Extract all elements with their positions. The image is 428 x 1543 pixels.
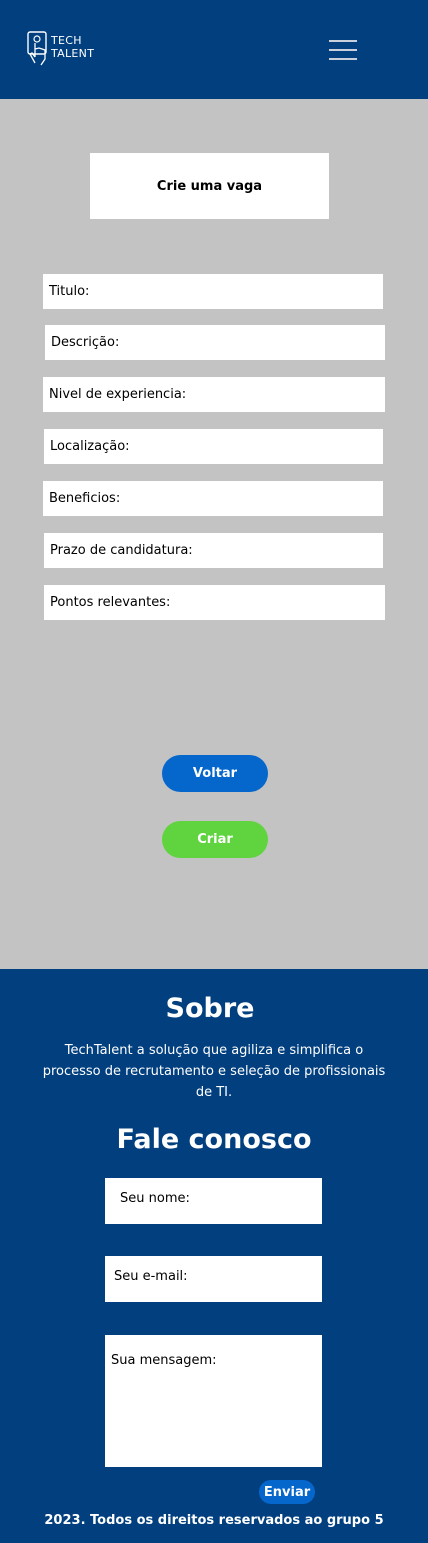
create-button[interactable]: Criar bbox=[162, 821, 268, 858]
relevant-points-field[interactable]: Pontos relevantes: bbox=[44, 585, 385, 620]
copyright-text: 2023. Todos os direitos reservados ao gr… bbox=[44, 1513, 384, 1528]
top-bar: TECH TALENT bbox=[0, 0, 428, 99]
contact-title: Fale conosco bbox=[116, 1124, 312, 1155]
send-button[interactable]: Enviar bbox=[259, 1480, 315, 1504]
about-text: TechTalent a solução que agiliza e simpl… bbox=[42, 1043, 386, 1100]
hamburger-menu-icon[interactable] bbox=[327, 36, 359, 64]
about-title: Sobre bbox=[165, 993, 255, 1024]
benefits-field[interactable]: Beneficios: bbox=[43, 481, 383, 516]
application-deadline-field[interactable]: Prazo de candidatura: bbox=[44, 533, 383, 568]
page-title: Crie uma vaga bbox=[90, 153, 329, 219]
name-field[interactable]: Seu nome: bbox=[105, 1178, 322, 1224]
hand-touch-icon bbox=[27, 31, 47, 66]
email-field[interactable]: Seu e-mail: bbox=[105, 1256, 322, 1302]
description-field[interactable]: Descrição: bbox=[45, 325, 385, 360]
message-field[interactable]: Sua mensagem: bbox=[105, 1335, 322, 1467]
tech-talent-logo[interactable]: TECH TALENT bbox=[27, 31, 107, 67]
logo-wordmark: TECH TALENT bbox=[51, 34, 94, 60]
location-field[interactable]: Localização: bbox=[44, 429, 383, 464]
back-button[interactable]: Voltar bbox=[162, 755, 268, 792]
title-field[interactable]: Titulo: bbox=[43, 274, 383, 309]
experience-level-field[interactable]: Nivel de experiencia: bbox=[43, 377, 385, 412]
logo-line-tech: TECH bbox=[51, 34, 82, 47]
logo-line-talent: TALENT bbox=[51, 47, 95, 60]
